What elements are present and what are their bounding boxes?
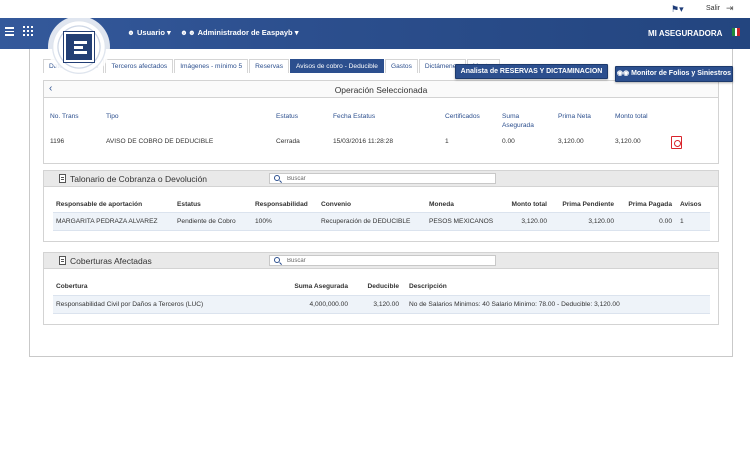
col-estatus: Estatus [276,113,298,120]
col-moneda: Moneda [429,201,454,208]
analista-reservas-button[interactable]: Analista de RESERVAS Y DICTAMINACION [455,64,608,79]
binoculars-icon: ◉◉ [616,70,630,77]
user-icon: ☻ [127,28,135,37]
coberturas-header: Coberturas Afectadas [44,253,718,269]
app-logo [48,16,110,78]
talonario-search [269,173,496,184]
val-fecha-estatus: 15/03/2016 11:28:28 [333,138,394,145]
cell-responsabilidad: 100% [255,218,272,225]
col-suma-asegurada: Suma Asegurada [294,283,348,290]
main-header: ☻ Usuario ▾ ☻☻ Administrador de Easpayb … [0,16,750,78]
monitor-folios-button[interactable]: ◉◉ Monitor de Folios y Siniestros [615,66,733,82]
col-estatus: Estatus [177,201,201,208]
cell-deducible: 3,120.00 [373,301,399,308]
document-icon [59,174,66,183]
col-monto-total: Monto total [615,113,648,120]
cell-moneda: PESOS MEXICANOS [429,218,494,225]
col-tipo: Tipo [106,113,119,120]
operation-header: ‹ Operación Seleccionada [44,81,718,98]
table-row[interactable]: Responsabilidad Civil por Daños a Tercer… [53,295,710,314]
col-deducible: Deducible [367,283,399,290]
cell-responsable: MARGARITA PEDRAZA ALVAREZ [56,218,158,225]
mexico-flag-icon [732,28,741,36]
monitor-folios-label: Monitor de Folios y Siniestros [631,70,732,77]
chevron-down-icon: ▾ [167,28,171,37]
operation-title: Operación Seleccionada [334,85,428,95]
coberturas-panel: Coberturas Afectadas Cobertura Suma Aseg… [43,252,719,325]
coberturas-search [269,255,496,266]
talonario-title: Talonario de Cobranza o Devolución [70,174,208,184]
cell-estatus: Pendiente de Cobro [177,218,236,225]
val-prima-neta: 3,120.00 [558,138,584,145]
search-icon [274,257,280,263]
cell-prima-pagada: 0.00 [659,218,672,225]
cell-convenio: Recuperación de DEDUCIBLE [321,218,411,225]
operation-panel: ‹ Operación Seleccionada No. Trans Tipo … [43,80,719,164]
admin-menu[interactable]: ☻☻ Administrador de Easpayb ▾ [180,28,299,37]
val-certificados: 1 [445,138,449,145]
chevron-down-icon: ▾ [294,28,299,37]
tab-avisos-de-cobro[interactable]: Avisos de cobro - Deducible [290,59,384,73]
val-estatus: Cerrada [276,138,300,145]
user-menu-label: Usuario [137,28,165,37]
val-no-trans: 1196 [50,138,65,145]
cell-avisos: 1 [680,218,684,225]
document-icon [59,256,66,265]
cell-prima-pendiente: 3,120.00 [588,218,614,225]
talonario-header: Talonario de Cobranza o Devolución [44,171,718,187]
pdf-download-icon[interactable] [671,136,682,149]
coberturas-title: Coberturas Afectadas [70,256,152,266]
cell-descripcion: No de Salarios Minimos: 40 Salario Minim… [409,301,620,308]
val-tipo: AVISO DE COBRO DE DEDUCIBLE [106,138,214,145]
apps-grid-icon[interactable] [23,26,33,36]
tab-bar: Datos Generales Terceros afectados Imáge… [43,59,501,73]
notification-flag-icon[interactable]: ⚑▾ [671,4,684,15]
tab-reservas[interactable]: Reservas [249,59,289,73]
col-no-trans: No. Trans [50,113,79,120]
talonario-panel: Talonario de Cobranza o Devolución Respo… [43,170,719,242]
val-monto-total: 3,120.00 [615,138,641,145]
cell-cobertura: Responsabilidad Civil por Daños a Tercer… [56,301,204,308]
col-fecha-estatus: Fecha Estatus [333,113,376,120]
logo-mark-icon [64,32,94,62]
col-convenio: Convenio [321,201,352,208]
col-certificados: Certificados [445,113,480,120]
table-row[interactable]: MARGARITA PEDRAZA ALVAREZ Pendiente de C… [53,212,710,231]
logout-icon[interactable]: ⇥ [726,3,734,14]
users-group-icon: ☻☻ [180,28,196,37]
tab-terceros-afectados[interactable]: Terceros afectados [105,59,174,73]
tab-gastos[interactable]: Gastos [384,59,418,73]
cell-suma-asegurada: 4,000,000.00 [309,301,348,308]
admin-menu-label: Administrador de Easpayb [197,28,293,37]
talonario-search-input[interactable] [287,174,487,183]
coberturas-search-input[interactable] [287,256,487,265]
val-suma-asegurada: 0.00 [502,138,515,145]
col-cobertura: Cobertura [56,283,88,290]
col-descripcion: Descripción [409,283,447,290]
hamburger-menu-icon[interactable] [5,27,14,36]
top-utility-bar: ⚑▾ Salir ⇥ [0,0,750,18]
col-responsabilidad: Responsabilidad [255,201,308,208]
search-icon [274,175,280,181]
col-responsable: Responsable de aportación [56,201,143,208]
cell-monto-total: 3,120.00 [521,218,547,225]
brand-name: MI ASEGURADORA [648,29,723,38]
col-prima-pendiente: Prima Pendiente [562,201,614,208]
user-menu[interactable]: ☻ Usuario ▾ [127,28,171,37]
col-suma-asegurada: Suma Asegurada [502,113,534,129]
col-prima-neta: Prima Neta [558,113,591,120]
logout-link[interactable]: Salir [706,5,720,12]
col-prima-pagada: Prima Pagada [628,201,672,208]
col-avisos: Avisos [680,201,702,208]
tab-imagenes[interactable]: Imágenes - mínimo 5 [174,59,249,73]
col-monto-total: Monto total [511,201,547,208]
